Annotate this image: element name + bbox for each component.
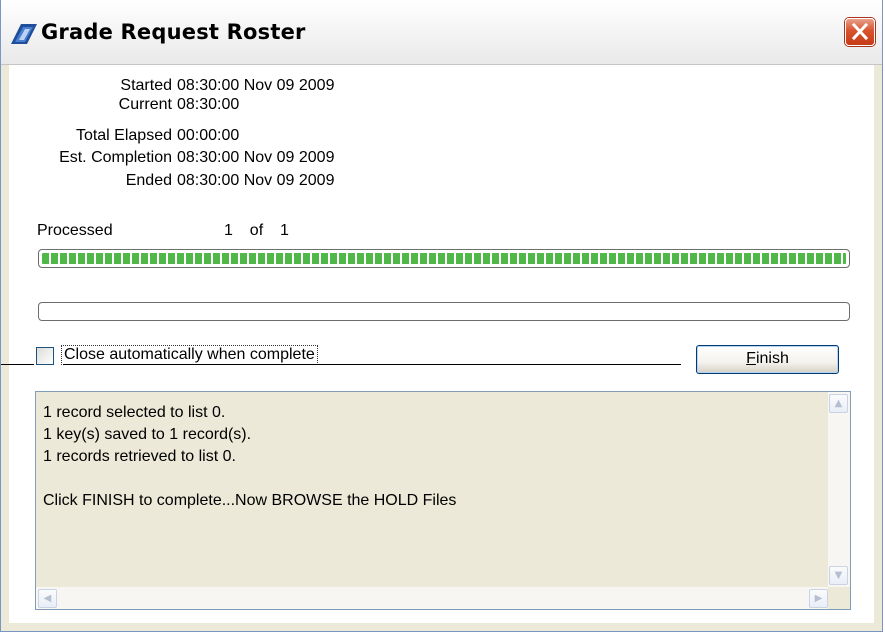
processed-count: 1 of 1 bbox=[224, 222, 289, 239]
scroll-right-button[interactable]: ▶ bbox=[809, 589, 828, 608]
horizontal-scrollbar[interactable]: ◀ ▶ bbox=[36, 587, 830, 609]
log-lines: 1 record selected to list 0. 1 key(s) sav… bbox=[43, 402, 456, 512]
log-line: 1 key(s) saved to 1 record(s). bbox=[43, 426, 252, 443]
chevron-down-icon: ▼ bbox=[834, 570, 843, 581]
dialog-window: Grade Request Roster Started 08:30:00 No… bbox=[0, 0, 883, 632]
window-title: Grade Request Roster bbox=[41, 20, 306, 44]
log-textbox[interactable]: 1 record selected to list 0. 1 key(s) sav… bbox=[35, 391, 851, 610]
finish-label: inish bbox=[755, 350, 789, 367]
log-line: 1 records retrieved to list 0. bbox=[43, 448, 236, 465]
close-button[interactable] bbox=[845, 18, 875, 46]
ended-label: Ended bbox=[125, 172, 172, 189]
title-bar[interactable]: Grade Request Roster bbox=[1, 0, 882, 65]
app-logo-icon bbox=[11, 24, 37, 44]
started-value: 08:30:00 Nov 09 2009 bbox=[177, 77, 335, 94]
annotation-line-right bbox=[63, 364, 681, 365]
chevron-right-icon: ▶ bbox=[814, 593, 823, 604]
main-progress-bar bbox=[38, 249, 850, 268]
ended-value: 08:30:00 Nov 09 2009 bbox=[177, 172, 335, 189]
elapsed-value: 00:00:00 bbox=[177, 127, 240, 144]
elapsed-label: Total Elapsed bbox=[75, 127, 172, 144]
auto-close-checkbox[interactable] bbox=[36, 347, 54, 365]
chevron-up-icon: ▲ bbox=[834, 398, 843, 409]
log-line: Click FINISH to complete...Now BROWSE th… bbox=[43, 492, 457, 509]
auto-close-label[interactable]: Close automatically when complete bbox=[61, 345, 318, 365]
finish-mnemonic: F bbox=[746, 350, 756, 367]
main-progress-fill bbox=[42, 253, 846, 264]
processed-label: Processed bbox=[37, 222, 113, 239]
started-label: Started bbox=[120, 77, 172, 94]
log-line: 1 record selected to list 0. bbox=[43, 404, 226, 421]
scroll-left-button[interactable]: ◀ bbox=[38, 589, 57, 608]
vertical-scrollbar[interactable]: ▲ ▼ bbox=[828, 392, 850, 587]
annotation-line-left bbox=[1, 364, 34, 365]
scroll-up-button[interactable]: ▲ bbox=[829, 394, 848, 413]
scroll-corner bbox=[828, 587, 850, 609]
chevron-left-icon: ◀ bbox=[43, 593, 52, 604]
current-label: Current bbox=[118, 96, 172, 113]
scroll-down-button[interactable]: ▼ bbox=[829, 566, 848, 585]
dialog-client-area: Started 08:30:00 Nov 09 2009 Current 08:… bbox=[9, 65, 874, 623]
completion-value: 08:30:00 Nov 09 2009 bbox=[177, 149, 335, 166]
completion-label: Est. Completion bbox=[59, 149, 172, 166]
finish-button[interactable]: Finish bbox=[696, 345, 839, 374]
secondary-progress-bar bbox=[38, 302, 850, 321]
close-icon bbox=[851, 22, 869, 41]
current-value: 08:30:00 bbox=[177, 96, 240, 113]
